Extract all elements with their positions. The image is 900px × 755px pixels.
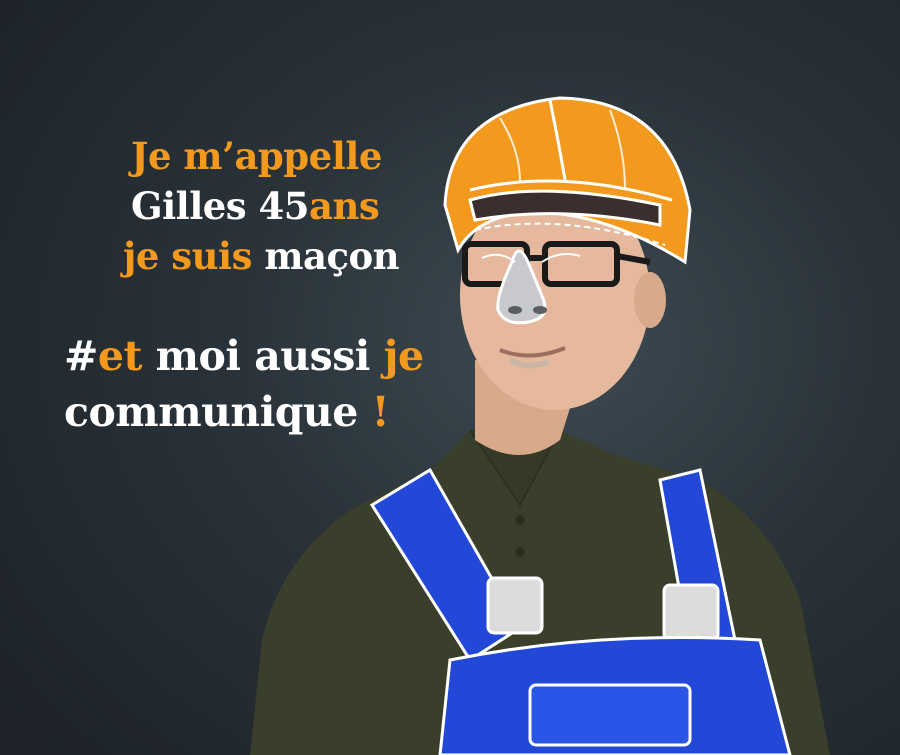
worker-illustration — [250, 96, 830, 755]
